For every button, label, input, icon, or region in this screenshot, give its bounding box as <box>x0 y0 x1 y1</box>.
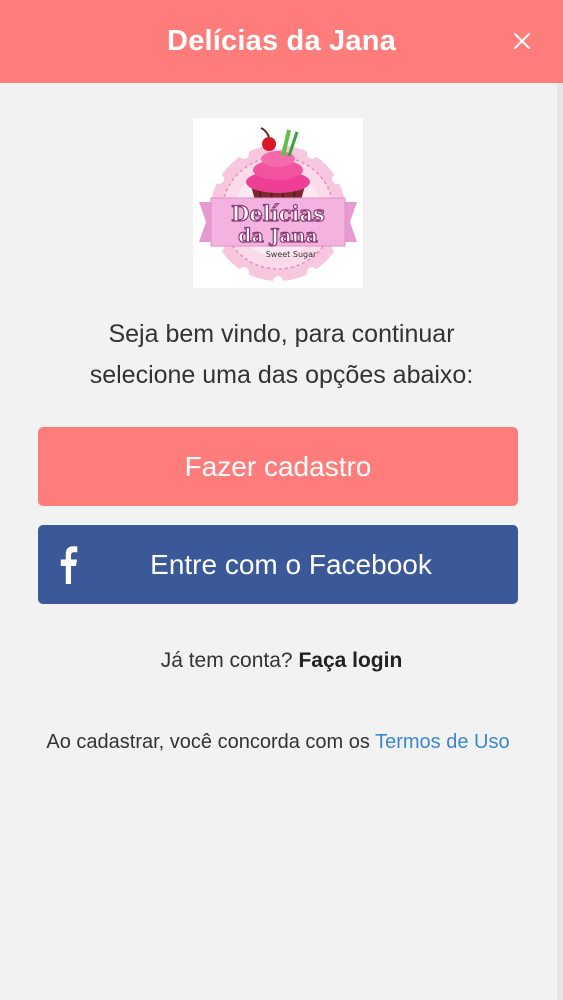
signup-button-label: Fazer cadastro <box>184 450 372 482</box>
logo-tagline: Sweet Sugar <box>266 250 317 259</box>
welcome-line-1: Seja bem vindo, para continuar <box>108 320 455 348</box>
login-prompt: Já tem conta? Faça login <box>0 649 563 673</box>
terms-notice: Ao cadastrar, você concorda com os Termo… <box>44 724 512 761</box>
app-header: Delícias da Jana <box>0 0 563 83</box>
terms-link[interactable]: Termos de Uso <box>375 731 510 753</box>
welcome-line-2: selecione uma das opções abaixo: <box>89 361 474 389</box>
facebook-icon <box>58 544 78 584</box>
facebook-button-label: Entre com o Facebook <box>150 548 432 580</box>
close-icon <box>514 33 530 49</box>
scrollbar[interactable] <box>557 83 563 1000</box>
login-prompt-text: Já tem conta? <box>160 649 293 672</box>
brand-logo: Delícias da Jana Sweet Sugar <box>193 118 363 288</box>
page-title: Delícias da Jana <box>167 25 396 57</box>
logo-text-line2: da Jana <box>238 225 318 247</box>
facebook-login-button[interactable]: Entre com o Facebook <box>38 525 518 604</box>
welcome-message: Seja bem vindo, para continuar selecione… <box>0 314 563 396</box>
close-button[interactable] <box>509 28 535 54</box>
signup-button[interactable]: Fazer cadastro <box>38 427 518 506</box>
terms-text: Ao cadastrar, você concorda com os <box>46 731 370 753</box>
logo-text-line1: Delícias <box>231 201 325 226</box>
login-link[interactable]: Faça login <box>298 649 402 672</box>
